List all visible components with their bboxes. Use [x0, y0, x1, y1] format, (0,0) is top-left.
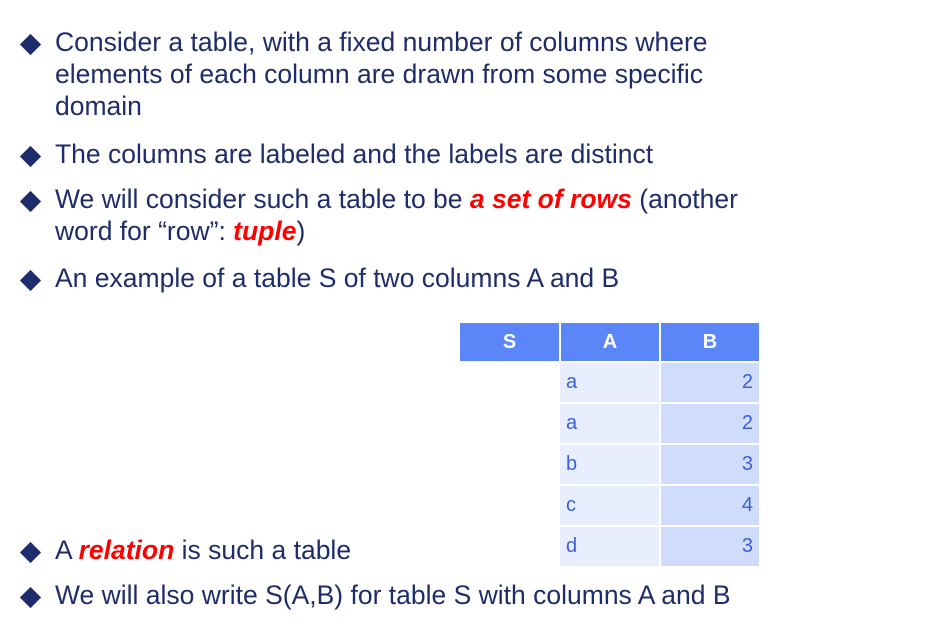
- text-span: ): [296, 216, 306, 246]
- column-header-b: B: [660, 323, 759, 362]
- table-row: d 3: [460, 525, 759, 566]
- text-span: is such a table: [174, 535, 352, 565]
- bullet-line: word for “row”: tuple): [55, 215, 738, 247]
- cell-a: b: [560, 443, 661, 485]
- cell-a: c: [560, 484, 661, 526]
- table-row: c 4: [460, 484, 759, 526]
- cell-b: 3: [660, 525, 759, 566]
- bullet-text: We will consider such a table to be a se…: [55, 183, 738, 247]
- cell-a: d: [560, 525, 661, 566]
- bullet-text: A relation is such a table: [55, 534, 351, 566]
- blank-cell: [460, 443, 560, 485]
- bullet-line: domain: [55, 91, 142, 121]
- emphasis-text: tuple: [233, 216, 297, 246]
- blank-cell: [460, 484, 560, 526]
- bullet-text: The columns are labeled and the labels a…: [55, 139, 654, 169]
- bullet-line: Consider a table, with a fixed number of…: [55, 27, 708, 57]
- table-row: b 3: [460, 443, 759, 485]
- bullet-line: elements of each column are drawn from s…: [55, 59, 704, 89]
- diamond-bullet-icon: [19, 541, 42, 564]
- bullet-line: We will consider such a table to be a se…: [55, 183, 738, 215]
- cell-b: 4: [660, 484, 759, 526]
- cell-a: a: [560, 402, 661, 444]
- column-header-a: A: [560, 323, 661, 362]
- emphasis-text: a set of rows: [469, 184, 632, 214]
- bullet-text: Consider a table, with a fixed number of…: [55, 26, 708, 122]
- text-span: A: [55, 535, 79, 565]
- bullet-text: We will also write S(A,B) for table S wi…: [55, 580, 731, 610]
- emphasis-text: relation: [78, 535, 175, 565]
- cell-b: 2: [660, 402, 759, 444]
- table-row: a 2: [460, 402, 759, 444]
- diamond-bullet-icon: [19, 145, 42, 168]
- cell-a: a: [560, 361, 661, 403]
- text-span: We will consider such a table to be: [55, 184, 470, 214]
- table-row: a 2: [460, 361, 759, 403]
- cell-b: 3: [660, 443, 759, 485]
- blank-cell: [460, 402, 560, 444]
- diamond-bullet-icon: [19, 190, 42, 213]
- blank-cell: [460, 361, 560, 403]
- table-name-header: S: [460, 323, 561, 362]
- text-span: (another: [631, 184, 738, 214]
- text-span: word for “row”:: [55, 216, 234, 246]
- blank-cell: [460, 525, 560, 566]
- relation-table: S A B a 2 a 2 b 3 c 4 d 3: [460, 323, 759, 566]
- cell-b: 2: [660, 361, 759, 403]
- bullet-text: An example of a table S of two columns A…: [55, 263, 620, 293]
- diamond-bullet-icon: [19, 586, 42, 609]
- table-header-row: S A B: [460, 323, 759, 362]
- diamond-bullet-icon: [19, 269, 42, 292]
- diamond-bullet-icon: [19, 33, 42, 56]
